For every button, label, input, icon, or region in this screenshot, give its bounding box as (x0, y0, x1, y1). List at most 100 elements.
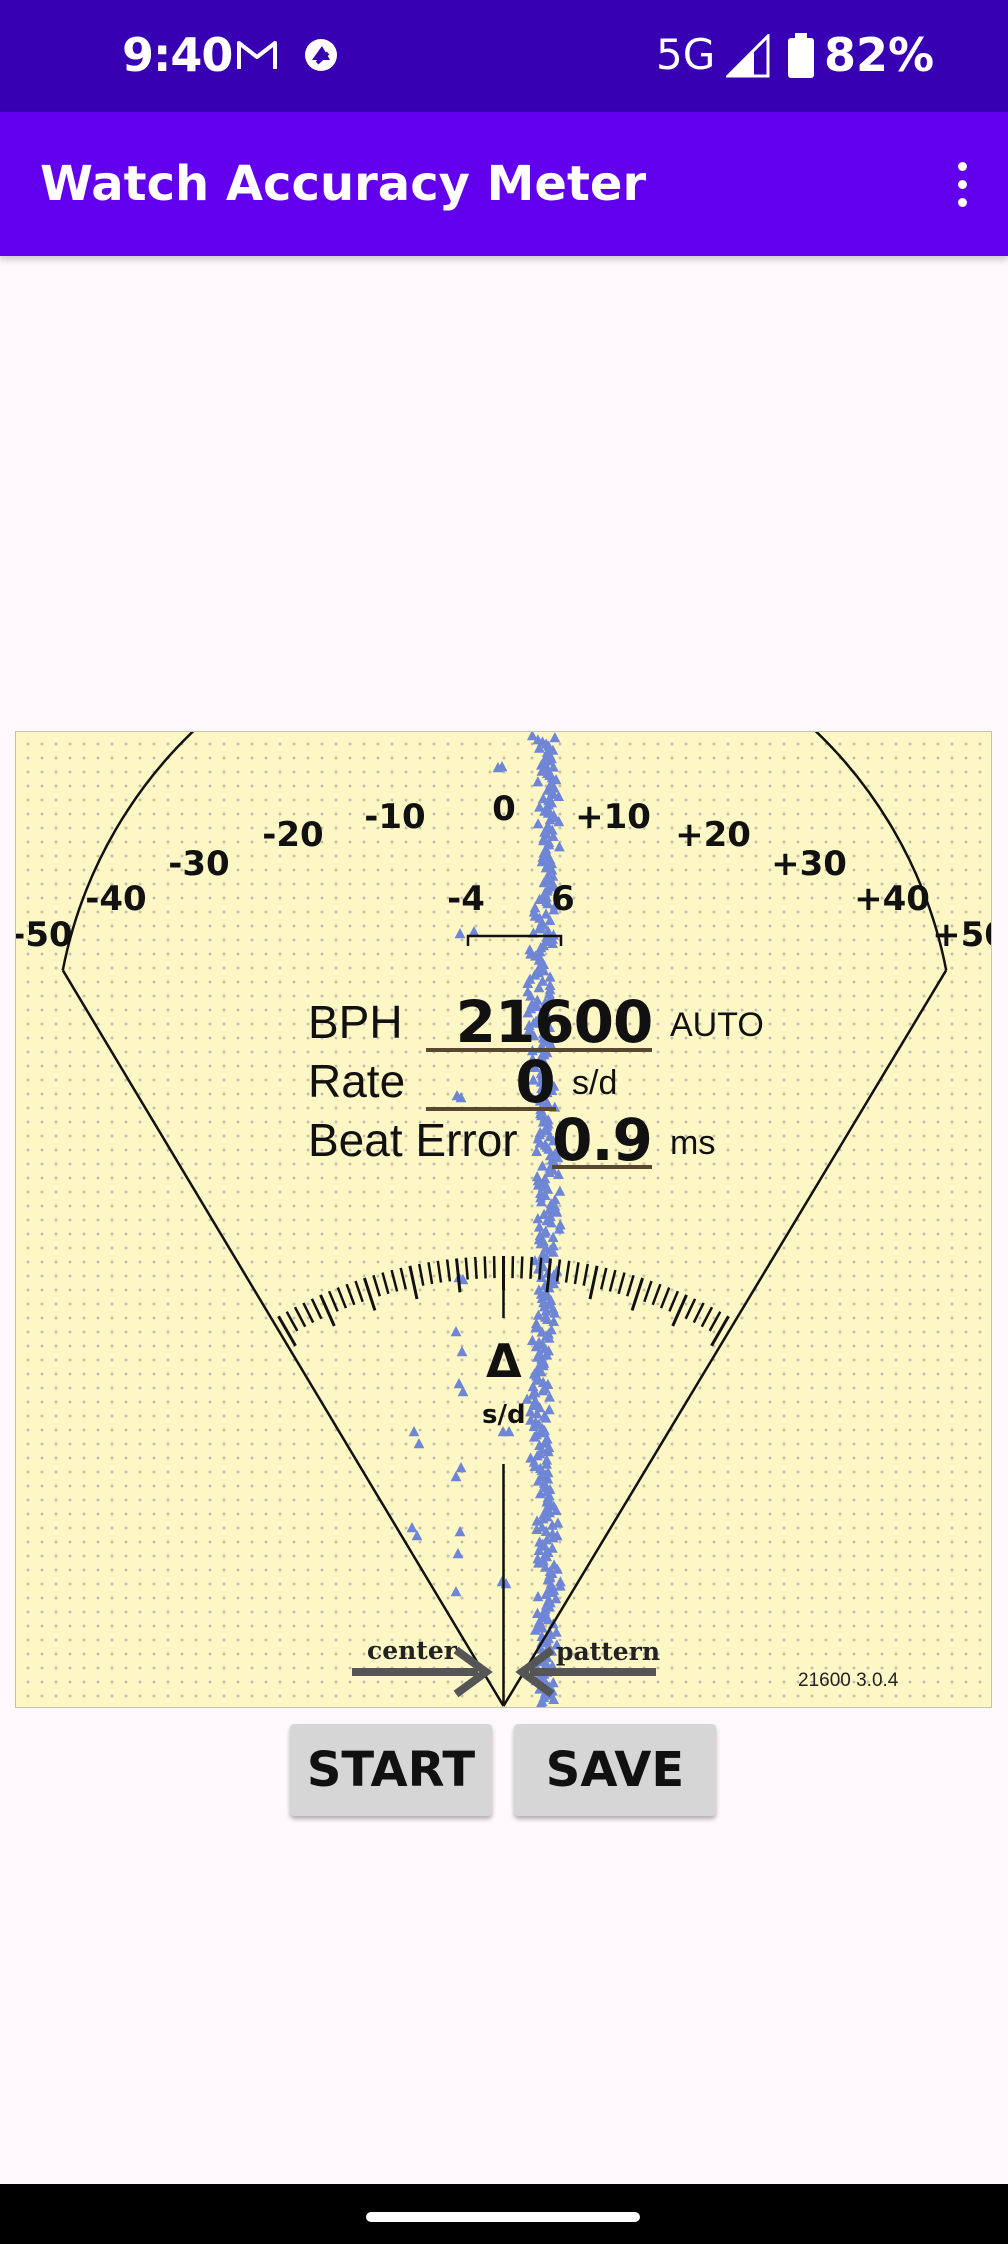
accuracy-meter: -50 -40 -30 -20 -10 0 +10 +20 +30 +40 +5… (15, 731, 992, 1708)
scale-label: -30 (168, 844, 229, 884)
scale-tick (310, 1298, 323, 1320)
app-title: Watch Accuracy Meter (40, 156, 647, 212)
scale-tick (381, 1272, 390, 1295)
scale-tick (651, 1283, 662, 1306)
beat-marker (454, 1526, 466, 1537)
scale-tick (293, 1306, 307, 1328)
scale-tick (659, 1287, 671, 1309)
scale-label: +50 (932, 915, 991, 955)
scale-tick (599, 1267, 608, 1290)
beat-marker (554, 841, 565, 852)
beat-marker (468, 926, 480, 937)
scale-tick (708, 1311, 722, 1332)
status-bar: 9:40 5G 82% (0, 0, 1008, 112)
scale-tick (390, 1269, 399, 1292)
scale-tick (445, 1259, 452, 1282)
scale-tick (608, 1269, 617, 1292)
home-gesture-handle[interactable] (366, 2212, 640, 2222)
beat-marker (532, 776, 544, 787)
battery-percent: 82% (824, 28, 935, 82)
scale-tick (399, 1267, 408, 1290)
beat-marker (450, 1471, 462, 1482)
scale-label: +30 (771, 844, 847, 884)
app-bar: Watch Accuracy Meter (0, 112, 1008, 256)
meter-graphic: -50 -40 -30 -20 -10 0 +10 +20 +30 +40 +5… (16, 732, 991, 1707)
trace-layer (406, 732, 566, 1707)
scale-tick (362, 1277, 377, 1311)
beat-error-underline (552, 1165, 652, 1169)
beat-marker (532, 818, 544, 829)
scale-label: -20 (262, 815, 323, 855)
scale-tick (626, 1274, 635, 1297)
beat-marker (450, 1326, 462, 1337)
scale-tick (520, 1256, 524, 1279)
scale-tick (588, 1265, 599, 1300)
pattern-label: pattern (556, 1637, 661, 1666)
scale-tick (285, 1311, 299, 1332)
scale-tick (455, 1258, 462, 1293)
right-fan-line (502, 969, 948, 1707)
beat-marker (413, 1438, 425, 1449)
scale-tick (436, 1260, 443, 1283)
cellular-signal-icon (726, 34, 770, 78)
scale-label: -10 (364, 797, 425, 837)
beat-marker (456, 1346, 468, 1357)
scale-label: +10 (575, 797, 651, 837)
scale-label: 0 (492, 789, 516, 829)
beat-marker (406, 1522, 418, 1533)
notification-app-icon (305, 39, 337, 71)
version-label: 21600 3.0.4 (798, 1670, 899, 1691)
rate-label: Rate (308, 1055, 406, 1107)
network-type: 5G (656, 30, 716, 79)
scale-tick (417, 1263, 425, 1286)
scale-tick (372, 1274, 381, 1297)
scale-tick (668, 1290, 680, 1312)
rate-underline (426, 1107, 556, 1111)
scale-tick (555, 1259, 562, 1282)
status-time: 9:40 (122, 28, 233, 82)
beat-marker (408, 1426, 420, 1437)
scale-tick (630, 1277, 645, 1311)
scale-tick (345, 1283, 356, 1306)
beat-error-label: Beat Error (308, 1114, 518, 1166)
tolerance-label-low: -4 (447, 879, 485, 919)
scale-label: -50 (16, 915, 73, 955)
beat-marker (532, 1591, 544, 1602)
beat-error-unit: ms (670, 1124, 716, 1162)
delta-symbol: Δ (486, 1334, 522, 1388)
delta-unit: s/d (482, 1400, 526, 1430)
scale-label: -40 (85, 879, 146, 919)
bph-mode: AUTO (670, 1006, 764, 1044)
start-button[interactable]: START (290, 1724, 492, 1816)
scale-tick (483, 1256, 487, 1279)
battery-icon (788, 33, 814, 78)
beat-marker (455, 1462, 467, 1473)
navigation-bar (0, 2184, 1008, 2244)
bph-label: BPH (308, 996, 403, 1048)
scale-tick (564, 1260, 571, 1283)
beat-marker (450, 1586, 462, 1597)
save-button[interactable]: SAVE (514, 1724, 716, 1816)
scale-tick (643, 1280, 653, 1303)
tolerance-label-high: 6 (551, 879, 575, 919)
scale-tick (354, 1280, 364, 1303)
rate-unit: s/d (572, 1064, 618, 1102)
scale-tick (464, 1257, 469, 1280)
beat-marker (549, 732, 561, 743)
center-label: center (367, 1636, 457, 1665)
scale-tick (617, 1272, 626, 1295)
beat-marker (537, 1160, 548, 1171)
scale-label: +20 (675, 815, 751, 855)
scale-tick (692, 1302, 705, 1324)
bph-value: 21600 (455, 988, 654, 1056)
scale-label: +40 (854, 879, 930, 919)
scale-tick (427, 1262, 434, 1285)
beat-marker (554, 1185, 566, 1196)
overflow-menu-icon[interactable] (934, 152, 990, 216)
left-fan-line (61, 969, 505, 1707)
scale-tick (529, 1256, 534, 1279)
scale-tick (302, 1302, 315, 1324)
beat-error-value: 0.9 (552, 1106, 653, 1174)
beat-marker (452, 1548, 464, 1559)
scale-tick (473, 1256, 478, 1279)
